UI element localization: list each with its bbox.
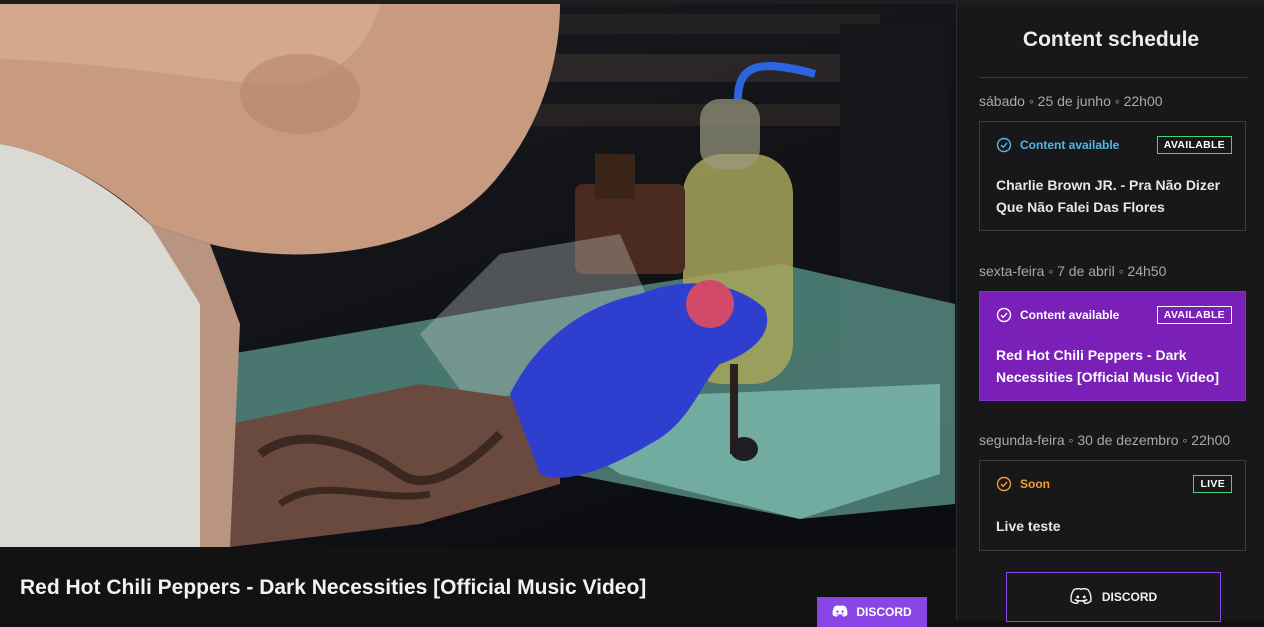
- video-frame: [0, 4, 955, 547]
- schedule-date-2: sexta-feira ◦ 7 de abril ◦ 24h50: [979, 263, 1167, 279]
- discord-button-small-label: DISCORD: [856, 605, 912, 619]
- card-title-3: Live teste: [996, 518, 1061, 534]
- card-status-label-1: Content available: [1020, 138, 1120, 152]
- schedule-date-1: sábado ◦ 25 de junho ◦ 22h00: [979, 93, 1163, 109]
- card-status-3: Soon: [996, 476, 1050, 492]
- schedule-sidebar: Content schedule sábado ◦ 25 de junho ◦ …: [956, 4, 1264, 622]
- available-badge-2: AVAILABLE: [1156, 306, 1232, 324]
- card-status-label-3: Soon: [1020, 477, 1050, 491]
- available-badge-1: AVAILABLE: [1156, 136, 1232, 154]
- discord-button[interactable]: DISCORD: [1006, 572, 1221, 622]
- check-circle-icon: [996, 307, 1012, 323]
- discord-icon: [1070, 587, 1092, 607]
- card-status-label-2: Content available: [1020, 308, 1120, 322]
- discord-button-label: DISCORD: [1101, 590, 1158, 604]
- live-badge-3: LIVE: [1193, 475, 1232, 493]
- check-circle-icon: [996, 137, 1012, 153]
- card-title-1: Charlie Brown JR. - Pra Não Dizer Que Nã…: [996, 177, 1221, 215]
- schedule-card-1[interactable]: Content available AVAILABLE Charlie Brow…: [979, 121, 1246, 231]
- sidebar-divider: [979, 77, 1247, 78]
- clock-check-icon: [996, 476, 1012, 492]
- card-status-2: Content available: [996, 307, 1119, 323]
- video-title: Red Hot Chili Peppers - Dark Necessities…: [20, 576, 647, 599]
- schedule-card-2[interactable]: Content available AVAILABLE Red Hot Chil…: [979, 291, 1246, 401]
- card-status-1: Content available: [996, 137, 1119, 153]
- video-player[interactable]: [0, 4, 955, 547]
- schedule-date-3: segunda-feira ◦ 30 de dezembro ◦ 22h00: [979, 432, 1231, 448]
- discord-button-small[interactable]: DISCORD: [817, 597, 927, 627]
- card-title-2: Red Hot Chili Peppers - Dark Necessities…: [996, 347, 1220, 385]
- sidebar-title: Content schedule: [1022, 28, 1200, 51]
- discord-icon: [832, 605, 848, 620]
- schedule-card-3[interactable]: Soon LIVE Live teste: [979, 460, 1246, 551]
